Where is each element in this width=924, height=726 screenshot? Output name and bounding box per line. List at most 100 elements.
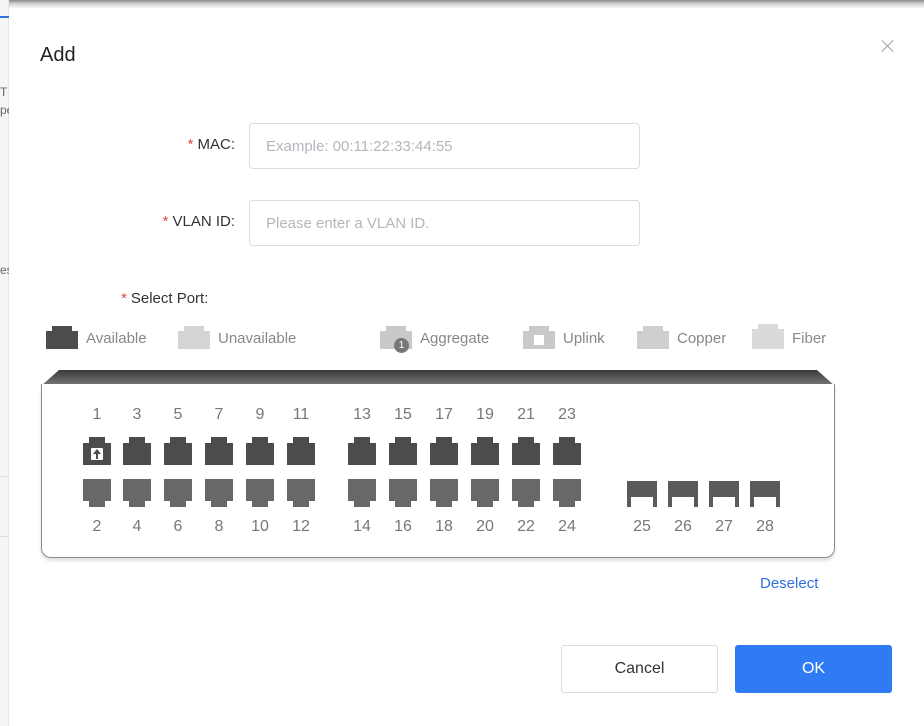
port-number-label: 28: [756, 518, 774, 535]
port-number-label: 24: [558, 518, 576, 535]
port-1[interactable]: [83, 437, 111, 465]
port-number-label: 8: [214, 518, 224, 535]
aggregate-port-icon: 1: [380, 326, 412, 353]
port-19[interactable]: [471, 437, 499, 465]
select-port-label: * Select Port:: [89, 290, 235, 307]
port-28[interactable]: [750, 481, 780, 507]
port-24[interactable]: [553, 479, 581, 507]
deselect-link[interactable]: Deselect: [760, 575, 818, 592]
port-number-label: 11: [292, 406, 310, 423]
aggregate-badge-icon: 1: [394, 338, 409, 353]
port-number-label: 13: [353, 406, 371, 423]
port-13[interactable]: [348, 437, 376, 465]
available-port-icon: [46, 326, 78, 349]
port-26[interactable]: [668, 481, 698, 507]
port-number-label: 23: [558, 406, 576, 423]
port-number-label: 17: [435, 406, 453, 423]
port-2[interactable]: [83, 479, 111, 507]
port-number-label: 7: [214, 406, 224, 423]
port-5[interactable]: [164, 437, 192, 465]
port-number-label: 21: [517, 406, 535, 423]
port-number-label: 4: [132, 518, 142, 535]
port-number-label: 22: [517, 518, 535, 535]
legend-label: Aggregate: [420, 329, 490, 347]
vlan-id-input[interactable]: [249, 200, 640, 246]
port-23[interactable]: [553, 437, 581, 465]
port-21[interactable]: [512, 437, 540, 465]
required-marker: *: [121, 290, 127, 307]
port-6[interactable]: [164, 479, 192, 507]
background-text: T: [0, 85, 8, 99]
background-tab-indicator: [0, 16, 9, 18]
background-page: T pe es: [0, 0, 13, 726]
legend-copper: Copper: [637, 326, 726, 350]
required-marker: *: [187, 136, 194, 153]
port-number-label: 15: [394, 406, 412, 423]
copper-port-icon: [637, 326, 669, 349]
legend-available: Available: [46, 326, 147, 350]
port-3[interactable]: [123, 437, 151, 465]
select-port-label-text: Select Port:: [130, 290, 209, 307]
mac-label: * MAC:: [129, 136, 235, 153]
port-27[interactable]: [709, 481, 739, 507]
required-marker: *: [162, 213, 169, 230]
port-number-label: 19: [476, 406, 494, 423]
port-11[interactable]: [287, 437, 315, 465]
port-number-label: 12: [292, 518, 310, 535]
port-number-label: 1: [92, 406, 102, 423]
ok-button[interactable]: OK: [735, 645, 892, 693]
fiber-port-icon: [752, 324, 784, 349]
cancel-button[interactable]: Cancel: [561, 645, 718, 693]
vlan-id-label: * VLAN ID:: [89, 213, 235, 230]
legend-fiber: Fiber: [752, 324, 827, 350]
port-number-label: 9: [255, 406, 265, 423]
port-16[interactable]: [389, 479, 417, 507]
vlan-id-label-text: VLAN ID:: [172, 213, 235, 230]
port-number-label: 5: [173, 406, 183, 423]
unavailable-port-icon: [178, 326, 210, 349]
mac-label-text: MAC:: [197, 136, 236, 153]
legend-uplink: Uplink: [523, 326, 605, 350]
port-number-label: 6: [173, 518, 183, 535]
port-number-label: 14: [353, 518, 371, 535]
legend-label: Uplink: [563, 329, 605, 347]
port-22[interactable]: [512, 479, 540, 507]
dialog-title: Add: [40, 44, 76, 66]
port-number-label: 25: [633, 518, 651, 535]
legend-aggregate: 1 Aggregate: [380, 326, 490, 353]
port-number-label: 10: [251, 518, 269, 535]
uplink-arrow-icon: [91, 448, 103, 460]
port-14[interactable]: [348, 479, 376, 507]
uplink-arrow-icon: [534, 335, 544, 345]
port-15[interactable]: [389, 437, 417, 465]
port-10[interactable]: [246, 479, 274, 507]
uplink-port-icon: [523, 326, 555, 349]
port-18[interactable]: [430, 479, 458, 507]
modal-backdrop-edge: [9, 0, 924, 9]
port-8[interactable]: [205, 479, 233, 507]
port-9[interactable]: [246, 437, 274, 465]
legend-label: Unavailable: [218, 329, 297, 347]
port-4[interactable]: [123, 479, 151, 507]
port-20[interactable]: [471, 479, 499, 507]
port-number-label: 18: [435, 518, 453, 535]
port-number-label: 2: [92, 518, 102, 535]
port-12[interactable]: [287, 479, 315, 507]
add-dialog: Add *MAC: *VLAN ID: *Select Port:: [9, 9, 924, 726]
close-icon[interactable]: [881, 39, 895, 53]
port-number-label: 27: [715, 518, 733, 535]
port-number-label: 3: [132, 406, 142, 423]
port-25[interactable]: [627, 481, 657, 507]
port-number-label: 26: [674, 518, 692, 535]
background-divider: [0, 476, 9, 477]
legend-unavailable: Unavailable: [178, 326, 296, 350]
mac-input[interactable]: [249, 123, 640, 169]
port-number-label: 20: [476, 518, 494, 535]
legend-label: Available: [86, 329, 147, 347]
port-number-label: 16: [394, 518, 412, 535]
port-17[interactable]: [430, 437, 458, 465]
background-divider: [0, 536, 9, 537]
legend-label: Copper: [677, 329, 727, 347]
port-7[interactable]: [205, 437, 233, 465]
legend-label: Fiber: [792, 329, 827, 347]
